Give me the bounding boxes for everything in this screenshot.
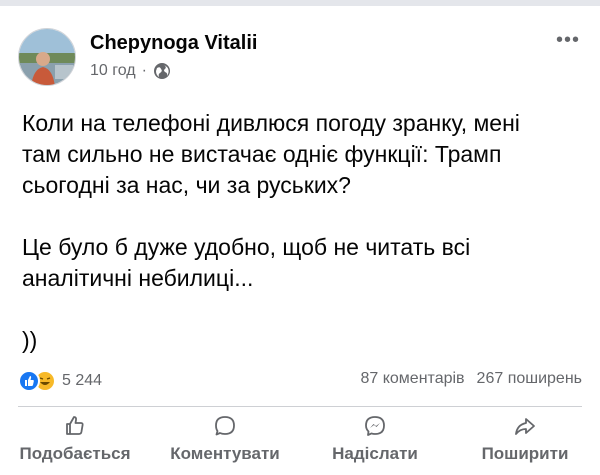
post-actions-bar: Подобається Коментувати Надіслати Пошири… (0, 414, 600, 474)
post-paragraph: Коли на телефоні дивлюся погоду зранку, … (22, 110, 520, 198)
post-paragraph: )) (22, 327, 38, 353)
comment-label: Коментувати (170, 444, 280, 463)
like-button[interactable]: Подобається (0, 414, 150, 474)
send-label: Надіслати (332, 444, 418, 463)
reactions-summary[interactable]: 5 244 (18, 370, 102, 392)
globe-icon[interactable] (153, 62, 171, 80)
engagement-counts: 87 коментарів 267 поширень (360, 370, 582, 388)
share-icon (515, 418, 535, 435)
post-time[interactable]: 10 год (90, 62, 136, 80)
comment-button[interactable]: Коментувати (150, 414, 300, 474)
meta-separator: · (141, 62, 147, 79)
comment-icon (215, 416, 235, 436)
reaction-count: 5 244 (62, 372, 103, 389)
post-stats: 5 244 87 коментарів 267 поширень (18, 370, 582, 396)
like-label: Подобається (19, 444, 131, 463)
more-options-button[interactable]: ••• (556, 30, 580, 50)
author-name[interactable]: Chepynoga Vitalii (90, 32, 257, 55)
post-paragraph: Це було б дуже удобно, щоб не читать всі… (22, 234, 471, 291)
thumbs-up-icon (66, 416, 84, 435)
shares-count-link[interactable]: 267 поширень (477, 370, 582, 388)
avatar[interactable] (18, 28, 76, 86)
messenger-icon (365, 416, 385, 436)
post-card: Chepynoga Vitalii 10 год · ••• Коли на т… (0, 6, 600, 475)
send-button[interactable]: Надіслати (300, 414, 450, 474)
comments-count-link[interactable]: 87 коментарів (360, 370, 464, 388)
share-label: Поширити (481, 444, 569, 463)
like-icon (18, 370, 40, 392)
actions-divider (18, 406, 582, 407)
post-meta: 10 год · (90, 62, 171, 80)
share-button[interactable]: Поширити (450, 414, 600, 474)
post-header: Chepynoga Vitalii 10 год · ••• (18, 28, 582, 90)
avatar-photo (19, 29, 75, 85)
post-text: Коли на телефоні дивлюся погоду зранку, … (22, 108, 582, 356)
